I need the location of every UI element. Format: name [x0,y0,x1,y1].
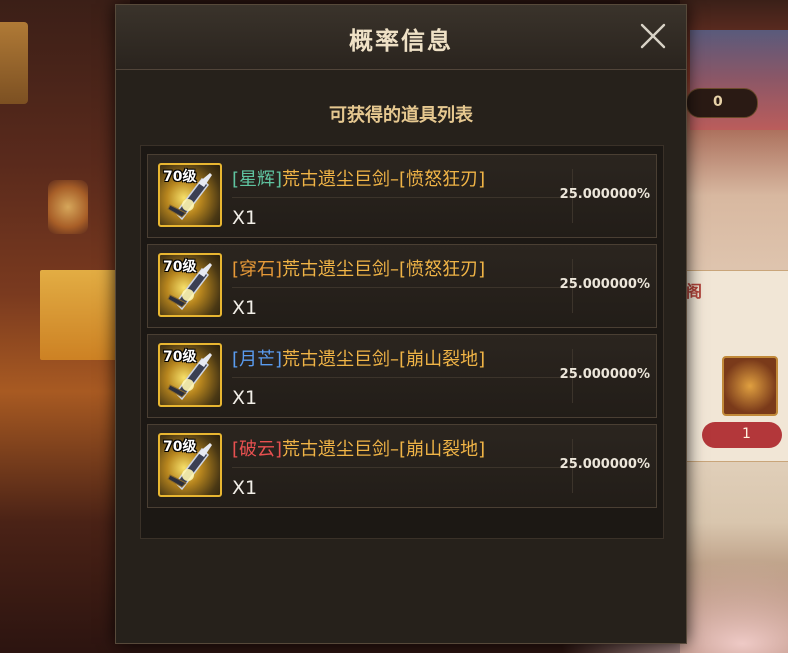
item-drop-rate: 25.000000% [559,367,650,382]
item-row[interactable]: 70级 [穿石]荒古遗尘巨剑–[愤怒狂刃] X1 25.000000% [147,244,657,328]
item-quantity: X1 [232,297,258,319]
item-row[interactable]: 70级 [星辉]荒古遗尘巨剑–[愤怒狂刃] X1 25.000000% [147,154,657,238]
background-left-tab [0,22,28,104]
greatsword-icon[interactable]: 70级 [158,253,222,317]
close-x-icon [640,23,666,49]
item-quality-prefix: [月芒] [232,349,283,370]
background-window [40,270,120,360]
close-button[interactable] [638,21,668,51]
item-quantity: X1 [232,387,258,409]
reward-item-icon [722,356,778,416]
item-name-text: 荒古遗尘巨剑–[愤怒狂刃] [282,259,486,280]
probability-dialog: 概率信息 可获得的道具列表 70级 [星辉]荒古遗尘巨剑–[愤怒狂刃] X1 2… [115,4,687,644]
item-quality-prefix: [穿石] [232,259,283,280]
row-divider [232,377,572,378]
item-quality-prefix: [星辉] [232,169,283,190]
greatsword-icon[interactable]: 70级 [158,433,222,497]
item-row[interactable]: 70级 [破云]荒古遗尘巨剑–[崩山裂地] X1 25.000000% [147,424,657,508]
item-row[interactable]: 70级 [月芒]荒古遗尘巨剑–[崩山裂地] X1 25.000000% [147,334,657,418]
item-name-text: 荒古遗尘巨剑–[崩山裂地] [282,439,486,460]
item-name: [月芒]荒古遗尘巨剑–[崩山裂地] [232,345,485,371]
item-quality-prefix: [破云] [232,439,283,460]
dialog-title: 概率信息 [349,27,453,55]
row-divider [232,197,572,198]
side-count-badge: 1 [702,422,782,448]
item-drop-rate: 25.000000% [559,187,650,202]
item-name-text: 荒古遗尘巨剑–[愤怒狂刃] [282,169,486,190]
item-list-subtitle: 可获得的道具列表 [329,105,473,126]
lantern-icon [48,180,88,234]
row-divider [232,287,572,288]
item-level-label: 70级 [163,169,197,185]
greatsword-icon[interactable]: 70级 [158,163,222,227]
item-name: [破云]荒古遗尘巨剑–[崩山裂地] [232,435,485,461]
side-panel-title: 阁 [686,282,703,301]
dialog-header: 概率信息 [116,5,686,70]
item-level-label: 70级 [163,259,197,275]
greatsword-icon[interactable]: 70级 [158,343,222,407]
side-count-value: 1 [742,426,751,442]
currency-counter-value: 0 [713,94,723,110]
item-name-text: 荒古遗尘巨剑–[崩山裂地] [282,349,486,370]
item-list[interactable]: 70级 [星辉]荒古遗尘巨剑–[愤怒狂刃] X1 25.000000% 70级 … [140,145,664,539]
currency-counter: 0 [686,88,758,118]
item-drop-rate: 25.000000% [559,277,650,292]
item-quantity: X1 [232,207,258,229]
row-divider [232,467,572,468]
item-name: [星辉]荒古遗尘巨剑–[愤怒狂刃] [232,165,485,191]
item-quantity: X1 [232,477,258,499]
item-level-label: 70级 [163,439,197,455]
item-drop-rate: 25.000000% [559,457,650,472]
item-name: [穿石]荒古遗尘巨剑–[愤怒狂刃] [232,255,485,281]
item-level-label: 70级 [163,349,197,365]
